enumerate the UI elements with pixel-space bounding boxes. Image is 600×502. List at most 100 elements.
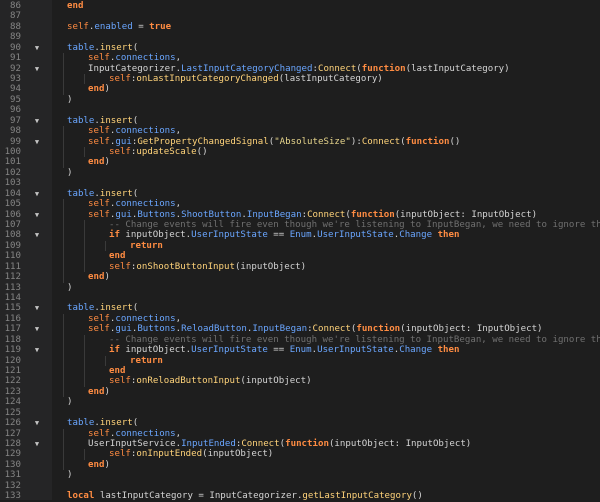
- code-line[interactable]: 128 ▼ UserInputService.InputEnded:Connect(…: [0, 439, 600, 450]
- fold-chevron-icon[interactable]: ▼: [33, 324, 41, 334]
- code-text[interactable]: end: [67, 1, 83, 11]
- code-line[interactable]: 96: [0, 105, 600, 115]
- code-line[interactable]: 102): [0, 168, 600, 178]
- code-text[interactable]: end): [88, 272, 110, 282]
- fold-chevron-icon[interactable]: ▼: [33, 189, 41, 199]
- fold-chevron-icon[interactable]: ▼: [33, 64, 41, 74]
- code-text[interactable]: end: [109, 251, 125, 261]
- code-text[interactable]: if inputObject.UserInputState == Enum.Us…: [109, 230, 459, 240]
- fold-chevron-icon[interactable]: ▼: [33, 43, 41, 53]
- code-text[interactable]: end): [88, 157, 110, 167]
- code-line[interactable]: 92 ▼ InputCategorizer.LastInputCategoryCha…: [0, 63, 600, 74]
- fold-chevron-icon[interactable]: ▼: [33, 439, 41, 449]
- code-line[interactable]: 101 end): [0, 157, 600, 168]
- code-line[interactable]: 88 self.enabled = true: [0, 22, 600, 32]
- code-line[interactable]: 109 return: [0, 240, 600, 252]
- code-text[interactable]: self:onShootButtonInput(inputObject): [109, 262, 306, 272]
- code-line[interactable]: 87: [0, 11, 600, 21]
- code-line[interactable]: 114: [0, 293, 600, 303]
- code-text[interactable]: UserInputService.InputEnded:Connect(func…: [88, 439, 471, 449]
- code-text[interactable]: table.insert(: [67, 116, 138, 126]
- fold-chevron-icon[interactable]: ▼: [33, 230, 41, 240]
- code-text[interactable]: table.insert(: [67, 303, 138, 313]
- code-line[interactable]: 86 end: [0, 1, 600, 11]
- code-text[interactable]: end): [88, 84, 110, 94]
- code-text[interactable]: table.insert(: [67, 189, 138, 199]
- fold-chevron-icon[interactable]: ▼: [33, 116, 41, 126]
- code-line[interactable]: 125: [0, 408, 600, 418]
- code-text[interactable]: table.insert(: [67, 43, 138, 53]
- code-text[interactable]: ): [67, 283, 72, 293]
- code-line[interactable]: 105 self.connections,: [0, 199, 600, 210]
- code-line[interactable]: 118 -- Change events will fire even thoug…: [0, 334, 600, 346]
- code-text[interactable]: self.enabled = true: [67, 22, 171, 32]
- code-text[interactable]: return: [130, 356, 163, 366]
- code-line[interactable]: 133 local lastInputCategory = InputCatego…: [0, 491, 600, 501]
- code-line[interactable]: 94 end): [0, 84, 600, 95]
- code-line[interactable]: 117 ▼ self.gui.Buttons.ReloadButton.InputB…: [0, 324, 600, 335]
- fold-chevron-icon[interactable]: ▼: [33, 345, 41, 355]
- code-line[interactable]: 112 end): [0, 272, 600, 283]
- code-line[interactable]: 120 return: [0, 355, 600, 367]
- code-line[interactable]: 89: [0, 32, 600, 42]
- code-line[interactable]: 110 end: [0, 251, 600, 262]
- code-line[interactable]: 115 ▼ table.insert(: [0, 303, 600, 313]
- code-text[interactable]: self.connections,: [88, 314, 181, 324]
- fold-chevron-icon[interactable]: ▼: [33, 418, 41, 428]
- code-line[interactable]: 122 self:onReloadButtonInput(inputObject): [0, 376, 600, 387]
- code-text[interactable]: ): [67, 95, 72, 105]
- code-text[interactable]: ): [67, 470, 72, 480]
- code-text[interactable]: -- Change events will fire even though w…: [109, 220, 600, 230]
- code-line[interactable]: 104 ▼ table.insert(: [0, 189, 600, 199]
- code-text[interactable]: self.connections,: [88, 199, 181, 209]
- code-text[interactable]: ): [67, 397, 72, 407]
- code-text[interactable]: local lastInputCategory = InputCategoriz…: [67, 491, 423, 501]
- code-line[interactable]: 113): [0, 283, 600, 293]
- fold-chevron-icon[interactable]: ▼: [33, 210, 41, 220]
- code-text[interactable]: self:onLastInputCategoryChanged(lastInpu…: [109, 74, 383, 84]
- code-line[interactable]: 90 ▼ table.insert(: [0, 43, 600, 53]
- code-line[interactable]: 129 self:onInputEnded(inputObject): [0, 449, 600, 460]
- code-line[interactable]: 131): [0, 470, 600, 480]
- code-editor[interactable]: 86 end 87 88 self.enabled = true 89 90 ▼ table.i…: [0, 0, 600, 501]
- code-line[interactable]: 100 self:updateScale(): [0, 147, 600, 158]
- code-text[interactable]: self.connections,: [88, 429, 181, 439]
- code-text[interactable]: self:onInputEnded(inputObject): [109, 449, 273, 459]
- code-line[interactable]: 99 ▼ self.gui:GetPropertyChangedSignal("Ab…: [0, 136, 600, 147]
- code-text[interactable]: return: [130, 241, 163, 251]
- code-line[interactable]: 121 end: [0, 366, 600, 377]
- code-text[interactable]: ): [67, 168, 72, 178]
- code-text[interactable]: end: [109, 366, 125, 376]
- code-line[interactable]: 111 self:onShootButtonInput(inputObject): [0, 261, 600, 273]
- code-line[interactable]: 116 self.connections,: [0, 313, 600, 325]
- fold-chevron-icon[interactable]: ▼: [33, 137, 41, 147]
- code-line[interactable]: 123 end): [0, 386, 600, 398]
- code-line[interactable]: 97 ▼ table.insert(: [0, 116, 600, 126]
- code-text[interactable]: self.connections,: [88, 126, 181, 136]
- code-text[interactable]: if inputObject.UserInputState == Enum.Us…: [109, 345, 459, 355]
- code-line[interactable]: 132: [0, 481, 600, 491]
- code-line[interactable]: 93 self:onLastInputCategoryChanged(lastIn…: [0, 74, 600, 85]
- code-text[interactable]: self:onReloadButtonInput(inputObject): [109, 376, 312, 386]
- code-text[interactable]: self.gui.Buttons.ShootButton.InputBegan:…: [88, 210, 537, 220]
- code-text[interactable]: self.gui.Buttons.ReloadButton.InputBegan…: [88, 324, 543, 334]
- code-line[interactable]: 106 ▼ self.gui.Buttons.ShootButton.InputBe…: [0, 209, 600, 221]
- code-text[interactable]: end): [88, 460, 110, 470]
- code-text[interactable]: InputCategorizer.LastInputCategoryChange…: [88, 64, 510, 74]
- code-line[interactable]: 126 ▼ table.insert(: [0, 418, 600, 428]
- code-text[interactable]: self:updateScale(): [109, 147, 208, 157]
- code-line[interactable]: 124): [0, 397, 600, 407]
- code-line[interactable]: 108 ▼ if inputObject.UserInputState == Enu…: [0, 230, 600, 241]
- code-line[interactable]: 95): [0, 95, 600, 105]
- code-line[interactable]: 98 self.connections,: [0, 126, 600, 137]
- code-text[interactable]: self.connections,: [88, 53, 181, 63]
- code-line[interactable]: 107 -- Change events will fire even thoug…: [0, 220, 600, 231]
- code-line[interactable]: 130 end): [0, 459, 600, 471]
- code-text[interactable]: table.insert(: [67, 418, 138, 428]
- code-text[interactable]: end): [88, 387, 110, 397]
- code-line[interactable]: 119 ▼ if inputObject.UserInputState == Enu…: [0, 345, 600, 356]
- code-line[interactable]: 91 self.connections,: [0, 53, 600, 64]
- code-text[interactable]: self.gui:GetPropertyChangedSignal("Absol…: [88, 137, 460, 147]
- code-line[interactable]: 103: [0, 178, 600, 188]
- code-text[interactable]: -- Change events will fire even though w…: [109, 335, 600, 345]
